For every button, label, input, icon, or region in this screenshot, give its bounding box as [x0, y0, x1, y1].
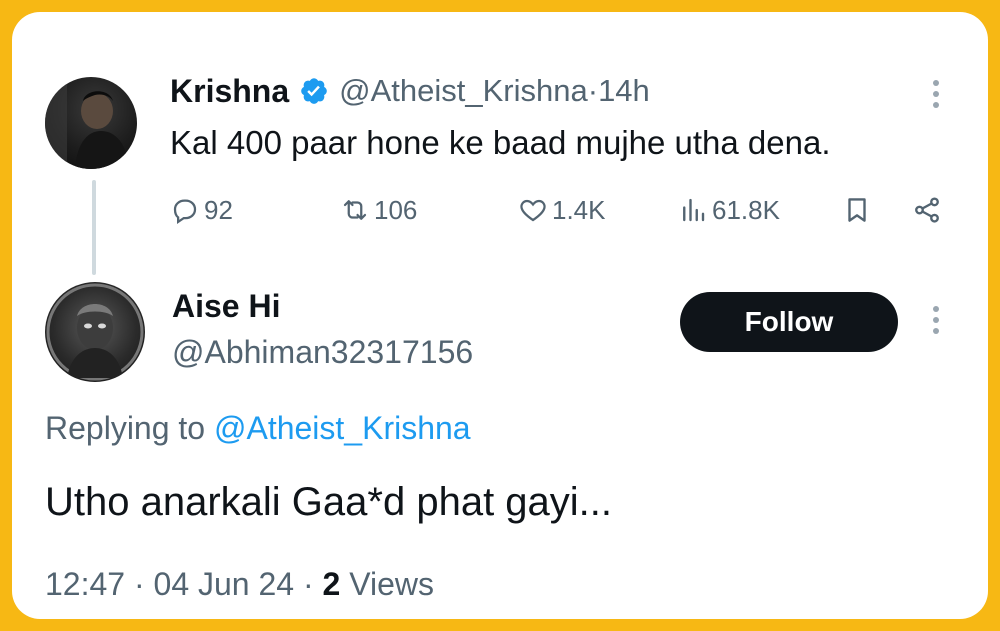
- reply-icon: [173, 199, 197, 224]
- tweet-card: Krishna @Atheist_Krishna · 14h Kal 400 p…: [12, 12, 988, 619]
- reply-author-handle[interactable]: @Abhiman32317156: [172, 334, 473, 371]
- bookmark-action[interactable]: [842, 190, 876, 230]
- parent-tweet-text: Kal 400 paar hone ke baad mujhe utha den…: [170, 124, 831, 161]
- tweet-meta: 12:47 · 04 Jun 24 · 2 Views: [45, 566, 434, 603]
- replying-prefix: Replying to: [45, 410, 214, 446]
- repost-count: 106: [374, 194, 418, 225]
- repost-icon: [343, 200, 367, 220]
- author-name[interactable]: Krishna: [170, 73, 289, 110]
- views-action[interactable]: 61.8K: [678, 190, 780, 230]
- views-count: 61.8K: [712, 194, 780, 225]
- verified-badge-icon: [301, 78, 327, 104]
- replying-to-line: Replying to @Atheist_Krishna: [45, 410, 471, 447]
- views-number: 2: [322, 566, 341, 602]
- reply-tweet-text: Utho anarkali Gaa*d phat gayi...: [45, 480, 613, 524]
- share-icon: [915, 197, 939, 223]
- like-action[interactable]: 1.4K: [518, 190, 606, 230]
- thread-connector: [92, 180, 96, 275]
- krishna-avatar[interactable]: [45, 77, 137, 169]
- replying-to-link[interactable]: @Atheist_Krishna: [214, 410, 471, 446]
- like-count: 1.4K: [552, 194, 606, 225]
- more-options-icon[interactable]: [932, 80, 940, 108]
- reply-author-name[interactable]: Aise Hi: [172, 288, 280, 325]
- meta-dot: ·: [133, 566, 145, 602]
- tweet-timestamp[interactable]: 12:47: [45, 566, 125, 602]
- reply-more-options-icon[interactable]: [932, 306, 940, 334]
- meta-dot: ·: [302, 566, 314, 602]
- reply-action[interactable]: 92: [170, 190, 233, 230]
- heart-icon: [520, 199, 546, 222]
- views-label: Views: [349, 566, 434, 602]
- bookmark-icon: [848, 198, 866, 222]
- tweet-actions-bar: 92 106 1.4K 61.8K: [170, 190, 950, 230]
- separator-dot: ·: [587, 73, 599, 108]
- reply-count: 92: [204, 194, 233, 225]
- follow-button[interactable]: Follow: [680, 292, 898, 352]
- tweet-time[interactable]: 14h: [598, 73, 650, 109]
- repost-action[interactable]: 106: [340, 190, 417, 230]
- analytics-icon: [683, 198, 705, 222]
- share-action[interactable]: [912, 190, 946, 230]
- author-handle[interactable]: @Atheist_Krishna: [339, 73, 588, 109]
- parent-tweet-header: Krishna @Atheist_Krishna · 14h: [170, 70, 650, 112]
- tweet-date[interactable]: 04 Jun 24: [154, 566, 295, 602]
- aise-hi-avatar[interactable]: [45, 282, 145, 382]
